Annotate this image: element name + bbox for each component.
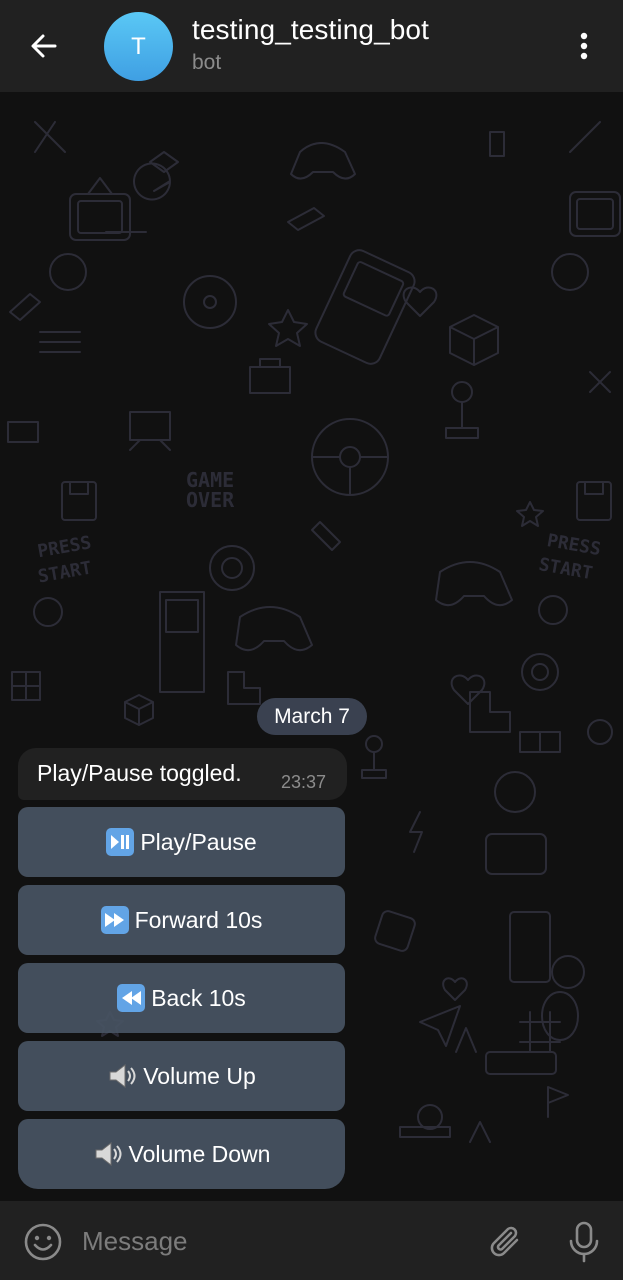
chat-header: T testing_testing_bot bot bbox=[0, 0, 623, 92]
chat-background: GAME OVER PRESS START PRESS START bbox=[0, 92, 623, 1201]
message-input-bar bbox=[0, 1201, 623, 1280]
doodle-pattern: GAME OVER PRESS START PRESS START bbox=[7, 121, 621, 1143]
keyboard-button-label: Play/Pause bbox=[140, 828, 257, 855]
paperclip-icon bbox=[490, 1226, 519, 1257]
keyboard-button-forward[interactable]: Forward 10s bbox=[18, 885, 345, 955]
date-separator: March 7 bbox=[257, 698, 367, 735]
message-text: Play/Pause toggled. bbox=[37, 760, 242, 786]
chat-subtitle: bot bbox=[192, 51, 222, 74]
keyboard-button-volume-down[interactable]: Volume Down bbox=[18, 1119, 345, 1189]
svg-text:START: START bbox=[537, 554, 594, 584]
keyboard-button-label: Volume Up bbox=[143, 1062, 256, 1089]
microphone-icon bbox=[569, 1221, 599, 1263]
svg-text:START: START bbox=[36, 557, 93, 587]
back-button[interactable] bbox=[22, 24, 66, 68]
keyboard-button-label: Back 10s bbox=[151, 984, 246, 1011]
keyboard-button-back[interactable]: Back 10s bbox=[18, 963, 345, 1033]
keyboard-button-play-pause[interactable]: Play/Pause bbox=[18, 807, 345, 877]
avatar[interactable]: T bbox=[104, 12, 173, 81]
play-pause-icon bbox=[106, 828, 135, 856]
message-bubble[interactable]: Play/Pause toggled. 23:37 bbox=[18, 748, 347, 800]
keyboard-button-label: Forward 10s bbox=[134, 906, 263, 933]
svg-text:OVER: OVER bbox=[186, 488, 235, 512]
message-input[interactable] bbox=[82, 1221, 462, 1261]
menu-button[interactable] bbox=[566, 24, 602, 68]
telegram-chat-screen: T testing_testing_bot bot GAME OVER PRES… bbox=[0, 0, 623, 1280]
attach-button[interactable] bbox=[486, 1221, 528, 1263]
speaker-icon bbox=[93, 1140, 123, 1168]
more-vertical-icon bbox=[580, 32, 588, 60]
smiley-icon bbox=[24, 1223, 62, 1261]
fast-forward-icon bbox=[100, 906, 129, 934]
rewind-icon bbox=[117, 984, 146, 1012]
keyboard-button-volume-up[interactable]: Volume Up bbox=[18, 1041, 345, 1111]
chat-title[interactable]: testing_testing_bot bbox=[192, 14, 429, 46]
message-time: 23:37 bbox=[281, 772, 327, 792]
avatar-letter: T bbox=[131, 32, 146, 60]
arrow-left-icon bbox=[31, 34, 57, 58]
speaker-icon bbox=[107, 1062, 137, 1090]
keyboard-button-label: Volume Down bbox=[128, 1140, 271, 1167]
microphone-button[interactable] bbox=[563, 1219, 605, 1265]
emoji-button[interactable] bbox=[22, 1221, 64, 1263]
